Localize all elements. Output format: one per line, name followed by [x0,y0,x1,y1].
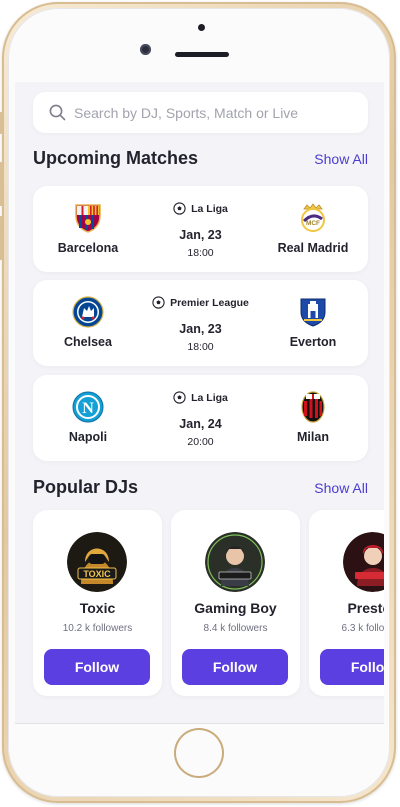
dj-card[interactable]: Preston 6.3 k followers Follow [309,510,384,696]
dj-followers: 8.4 k followers [203,623,268,634]
match-card[interactable]: Barcelona La Liga Jan, 23 18:00 MCF Real… [33,186,368,272]
show-all-djs-link[interactable]: Show All [314,480,368,496]
dj-avatar: TOXIC [67,532,127,592]
match-time: 18:00 [187,341,214,353]
home-team: N Napoli [33,375,143,461]
svg-text:MCF: MCF [306,220,320,227]
follow-button[interactable]: Follow [320,649,384,685]
search-icon [49,104,66,121]
league-name: La Liga [191,202,228,215]
svg-text:TOXIC: TOXIC [83,569,111,579]
league-row: La Liga [143,202,258,215]
mute-switch [0,112,3,134]
match-card[interactable]: Chelsea Premier League Jan, 23 18:00 Eve… [33,280,368,366]
match-time: 18:00 [187,247,214,259]
match-info: La Liga Jan, 24 20:00 [143,375,258,461]
app-screen: Search by DJ, Sports, Match or Live Upco… [15,82,384,723]
away-team-name: Real Madrid [277,241,349,255]
match-card[interactable]: N Napoli La Liga Jan, 24 20:00 Milan [33,375,368,461]
napoli-crest-icon: N [72,391,104,423]
volume-down-button [0,216,3,260]
dj-avatar [205,532,265,592]
league-row: La Liga [143,391,258,404]
everton-crest-icon [300,298,326,327]
show-all-matches-link[interactable]: Show All [314,151,368,167]
dj-card[interactable]: TOXIC Toxic 10.2 k followers Follow [33,510,162,696]
real-madrid-crest-icon: MCF [301,203,325,232]
home-team-name: Chelsea [64,335,112,349]
league-row: Premier League [143,296,258,309]
dj-name: Toxic [79,600,116,616]
home-button[interactable] [174,728,224,778]
away-team-name: Everton [289,335,337,349]
away-team: MCF Real Madrid [258,186,368,272]
football-icon [173,202,186,215]
milan-crest-icon [301,391,325,423]
volume-up-button [0,162,3,206]
dj-name: Gaming Boy [194,600,277,616]
upcoming-matches-title: Upcoming Matches [33,148,199,168]
popular-djs-title: Popular DJs [33,477,139,497]
search-bar[interactable]: Search by DJ, Sports, Match or Live [33,92,368,133]
dj-followers: 10.2 k followers [62,623,133,634]
home-team-name: Barcelona [57,241,119,255]
match-info: Premier League Jan, 23 18:00 [143,280,258,366]
follow-button[interactable]: Follow [44,649,150,685]
search-input[interactable]: Search by DJ, Sports, Match or Live [74,105,298,121]
match-date: Jan, 23 [179,322,222,336]
dj-name: Preston [347,600,384,616]
home-team: Barcelona [33,186,143,272]
away-team: Milan [258,375,368,461]
dj-followers: 6.3 k followers [341,623,384,634]
dj-card[interactable]: Gaming Boy 8.4 k followers Follow [171,510,300,696]
home-team: Chelsea [33,280,143,366]
match-date: Jan, 23 [179,228,222,242]
league-name: La Liga [191,391,228,404]
football-icon [173,391,186,404]
chelsea-crest-icon [72,296,104,328]
svg-text:N: N [82,400,94,417]
football-icon [152,296,165,309]
match-date: Jan, 24 [179,417,222,431]
league-name: Premier League [170,296,249,309]
dj-avatar [343,532,384,592]
match-info: La Liga Jan, 23 18:00 [143,186,258,272]
proximity-sensor [198,24,205,31]
screen-bottom-edge [15,723,384,724]
follow-button[interactable]: Follow [182,649,288,685]
away-team: Everton [258,280,368,366]
away-team-name: Milan [297,430,329,444]
match-time: 20:00 [187,436,214,448]
home-team-name: Napoli [68,430,108,444]
barcelona-crest-icon [75,204,101,233]
front-camera-icon [140,44,151,55]
earpiece-speaker [175,52,229,57]
